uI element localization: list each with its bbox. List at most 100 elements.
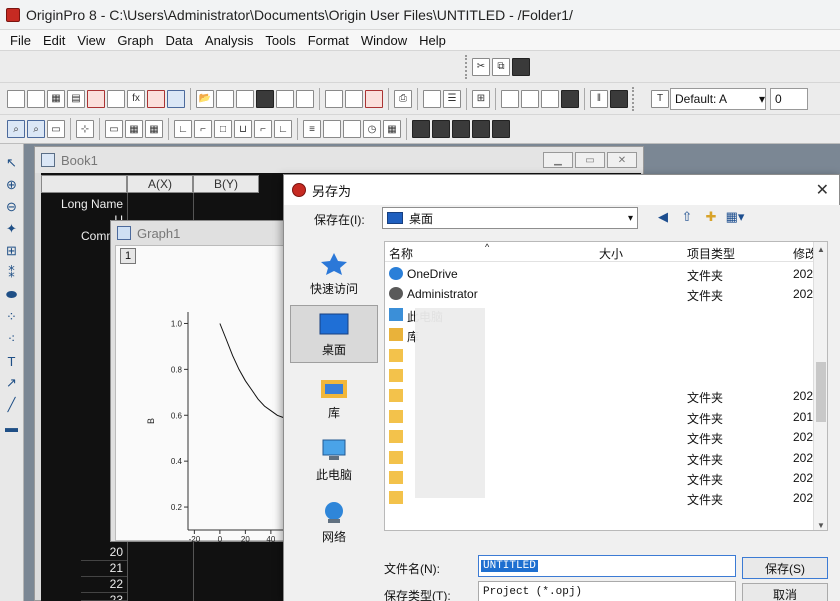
axis-top-left-icon[interactable]: ⌐	[194, 120, 212, 138]
cancel-button[interactable]: 取消	[742, 583, 828, 601]
arrow-tool-icon[interactable]: ↗	[4, 375, 20, 391]
column-header-a[interactable]: A(X)	[127, 175, 193, 193]
column-size[interactable]: 大小	[599, 245, 623, 262]
zoom-icon[interactable]: ⊕	[4, 177, 20, 193]
place-this-pc[interactable]: 此电脑	[290, 429, 378, 487]
minimize-button[interactable]: ▁	[543, 152, 573, 168]
menu-window[interactable]: Window	[355, 33, 413, 48]
maximize-button[interactable]: ▭	[575, 152, 605, 168]
back-icon[interactable]: ◀	[654, 208, 672, 226]
print-icon[interactable]: ⎙	[394, 89, 412, 108]
gear-icon[interactable]	[561, 89, 579, 108]
whole-page-icon[interactable]: ▭	[47, 120, 65, 138]
plot-area[interactable]: 1.0 0.8 0.6 0.4 0.2 -20 0 20 40 B	[116, 246, 290, 542]
axis-bottom-left-icon[interactable]: ∟	[174, 120, 192, 138]
menu-data[interactable]: Data	[159, 33, 198, 48]
import-wizard-icon[interactable]	[365, 89, 383, 108]
data-selector-tool-icon[interactable]: ⁑	[4, 265, 20, 281]
place-quick-access[interactable]: 快速访问	[290, 243, 378, 301]
close-icon[interactable]: ✕	[816, 180, 829, 200]
graph1-titlebar[interactable]: Graph1	[111, 221, 289, 245]
scroll-thumb[interactable]	[816, 362, 826, 422]
layer-1-icon[interactable]: ▭	[105, 120, 123, 138]
import-ascii-icon[interactable]	[325, 89, 343, 108]
pointer-icon[interactable]: ↖	[4, 155, 20, 171]
row-number[interactable]: 20	[81, 545, 127, 561]
menu-view[interactable]: View	[71, 33, 111, 48]
zoom-out-tool-icon[interactable]: ⊖	[4, 199, 20, 215]
row-number[interactable]: 23	[81, 593, 127, 601]
rescale-icon[interactable]: ⊹	[76, 120, 94, 138]
file-row[interactable]: OneDrive 文件夹 202	[385, 264, 827, 284]
column-header-b[interactable]: B(Y)	[193, 175, 259, 193]
column-icon[interactable]	[343, 120, 361, 138]
mask-hide-icon[interactable]	[472, 120, 490, 138]
corner-header[interactable]	[41, 175, 127, 193]
menu-graph[interactable]: Graph	[111, 33, 159, 48]
rectangle-tool-icon[interactable]: ▬	[4, 419, 20, 435]
save-window-icon[interactable]	[276, 89, 294, 108]
menu-help[interactable]: Help	[413, 33, 452, 48]
vertical-scrollbar[interactable]: ▲ ▼	[813, 242, 827, 530]
menu-analysis[interactable]: Analysis	[199, 33, 259, 48]
new-workbook-icon[interactable]: ▦	[47, 89, 65, 108]
refresh-icon[interactable]	[423, 89, 441, 108]
regional-mask-icon[interactable]: ⁘	[4, 309, 20, 325]
new-layout-icon[interactable]	[147, 89, 165, 108]
look-in-select[interactable]: 桌面 ▾	[382, 207, 638, 229]
menu-file[interactable]: File	[4, 33, 37, 48]
new-folder-icon[interactable]	[27, 89, 45, 108]
zoom-in-icon[interactable]: ⌕	[7, 120, 25, 138]
axis-all-icon[interactable]: ∟	[274, 120, 292, 138]
save-button[interactable]: 保存(S)	[742, 557, 828, 579]
column-name[interactable]: 名称	[389, 245, 413, 262]
mask-remove-icon[interactable]	[492, 120, 510, 138]
view-menu-icon[interactable]: ▦▾	[726, 208, 745, 226]
place-libraries[interactable]: 库	[290, 367, 378, 425]
book1-titlebar[interactable]: Book1 ▁ ▭ ✕	[35, 147, 643, 173]
new-graph-icon[interactable]	[87, 89, 105, 108]
mask-swap-icon[interactable]	[452, 120, 470, 138]
graph1-window[interactable]: Graph1 1 1.0 0.8 0.6 0.4 0.2 -20 0 20 40 B	[110, 220, 290, 542]
new-function-icon[interactable]: fx	[127, 89, 145, 108]
font-select[interactable]: Default: A ▾	[670, 87, 766, 110]
menu-tools[interactable]: Tools	[259, 33, 301, 48]
axis-top-right-icon[interactable]: ⌐	[254, 120, 272, 138]
file-row[interactable]: Administrator 文件夹 202	[385, 284, 827, 304]
paste-icon[interactable]	[512, 57, 530, 76]
toolbar-grip[interactable]	[465, 54, 468, 79]
graph-page[interactable]: 1 1.0 0.8 0.6 0.4 0.2 -20 0 20 40 B	[115, 245, 290, 542]
menu-format[interactable]: Format	[302, 33, 355, 48]
place-desktop[interactable]: 桌面	[290, 305, 378, 363]
line-tool-icon[interactable]: ╱	[4, 397, 20, 413]
row-number[interactable]: 22	[81, 577, 127, 593]
layer-2-icon[interactable]: ▦	[125, 120, 143, 138]
data-selector-icon[interactable]	[323, 120, 341, 138]
text-tool-icon[interactable]: T	[4, 353, 20, 369]
project-explorer-icon[interactable]: ⊞	[472, 89, 490, 108]
column-type[interactable]: 项目类型	[687, 245, 735, 262]
toolbar-grip[interactable]	[632, 86, 635, 111]
new-folder-icon[interactable]: ✚	[702, 208, 720, 226]
draw-data-icon[interactable]: ⬬	[4, 287, 20, 303]
menu-edit[interactable]: Edit	[37, 33, 71, 48]
row-number[interactable]: 21	[81, 561, 127, 577]
code-builder-icon[interactable]	[541, 89, 559, 108]
cut-icon[interactable]: ✂	[472, 57, 490, 76]
save-project-icon[interactable]	[256, 89, 274, 108]
close-button[interactable]: ✕	[607, 152, 637, 168]
save-template-icon[interactable]	[296, 89, 314, 108]
up-folder-icon[interactable]: ⇧	[678, 208, 696, 226]
new-excel-icon[interactable]: ▤	[67, 89, 85, 108]
table-icon[interactable]: ▦	[383, 120, 401, 138]
layer-4-icon[interactable]: ▦	[145, 120, 163, 138]
screen-reader-icon[interactable]: ✦	[4, 221, 20, 237]
unmask-icon[interactable]	[432, 120, 450, 138]
new-notes-icon[interactable]	[167, 89, 185, 108]
filename-input[interactable]: UNTITLED	[478, 555, 736, 577]
axis-box-icon[interactable]: □	[214, 120, 232, 138]
scroll-up-icon[interactable]: ▲	[814, 242, 827, 256]
data-reader-icon[interactable]: ⊞	[4, 243, 20, 259]
place-network[interactable]: 网络	[290, 491, 378, 549]
open-excel-icon[interactable]	[236, 89, 254, 108]
